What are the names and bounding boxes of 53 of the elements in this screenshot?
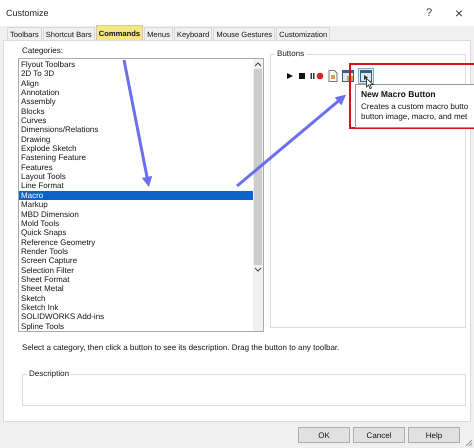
category-item[interactable]: SOLIDWORKS Add-ins bbox=[19, 312, 253, 322]
category-item[interactable]: Dimensions/Relations bbox=[19, 125, 253, 135]
category-item[interactable]: Sketch Ink bbox=[19, 302, 253, 312]
category-item[interactable]: Drawing bbox=[19, 134, 253, 144]
category-item[interactable]: Features bbox=[19, 162, 253, 172]
dialog-button[interactable]: OK bbox=[298, 427, 350, 443]
document-icon[interactable] bbox=[328, 70, 338, 82]
resize-grip-icon[interactable] bbox=[465, 439, 473, 447]
category-item[interactable]: Screen Capture bbox=[19, 256, 253, 266]
category-item[interactable]: Markup bbox=[19, 200, 253, 210]
scroll-down-icon[interactable] bbox=[254, 267, 262, 273]
category-item[interactable]: Render Tools bbox=[19, 246, 253, 256]
categories-label: Categories: bbox=[22, 46, 64, 57]
help-button[interactable]: ? bbox=[414, 2, 444, 24]
scrollbar[interactable] bbox=[253, 59, 263, 331]
dialog-button[interactable]: Cancel bbox=[353, 427, 405, 443]
stop-icon[interactable] bbox=[298, 72, 306, 80]
dialog-button[interactable]: Help bbox=[408, 427, 460, 443]
category-item[interactable]: MBD Dimension bbox=[19, 210, 253, 219]
play-icon[interactable] bbox=[286, 72, 294, 80]
category-item[interactable]: Assembly bbox=[19, 97, 253, 107]
window-title: Customize bbox=[6, 8, 49, 18]
category-item[interactable]: Sheet Format bbox=[19, 274, 253, 284]
description-label: Description bbox=[27, 369, 72, 378]
category-item[interactable]: Mold Tools bbox=[19, 218, 253, 228]
buttons-label: Buttons bbox=[275, 49, 306, 58]
category-item[interactable]: Reference Geometry bbox=[19, 238, 253, 247]
category-item[interactable]: Selection Filter bbox=[19, 266, 253, 275]
scroll-up-icon[interactable] bbox=[254, 61, 262, 67]
category-item[interactable]: Curves bbox=[19, 116, 253, 126]
category-item[interactable]: Sheet Metal bbox=[19, 284, 253, 294]
category-item[interactable]: Macro bbox=[19, 190, 253, 200]
category-item[interactable]: Fastening Feature bbox=[19, 153, 253, 163]
category-item[interactable]: Annotation bbox=[19, 88, 253, 98]
category-item[interactable]: Explode Sketch bbox=[19, 144, 253, 154]
category-item[interactable]: Align bbox=[19, 78, 253, 88]
window-icon bbox=[360, 70, 372, 82]
tooltip-text: Creates a custom macro butto bbox=[361, 102, 470, 112]
category-item[interactable]: Layout Tools bbox=[19, 172, 253, 182]
category-item[interactable]: Quick Snaps bbox=[19, 228, 253, 238]
category-item[interactable]: Blocks bbox=[19, 106, 253, 116]
category-item[interactable]: Line Format bbox=[19, 181, 253, 191]
category-item[interactable]: Sketch bbox=[19, 294, 253, 303]
pause-record-icon[interactable] bbox=[310, 72, 324, 80]
tooltip-text: button image, macro, and met bbox=[361, 112, 468, 122]
tooltip-title: New Macro Button bbox=[361, 89, 437, 99]
scroll-thumb[interactable] bbox=[254, 69, 262, 265]
category-item[interactable]: 2D To 3D bbox=[19, 69, 253, 79]
close-button[interactable]: × bbox=[444, 2, 474, 24]
category-item[interactable]: Flyout Toolbars bbox=[19, 60, 253, 70]
hint-text: Select a category, then click a button to see its description. Drag the button to any toolbar. bbox=[22, 343, 340, 352]
macro-button[interactable] bbox=[358, 68, 374, 84]
category-item[interactable]: Spline Tools bbox=[19, 322, 253, 331]
